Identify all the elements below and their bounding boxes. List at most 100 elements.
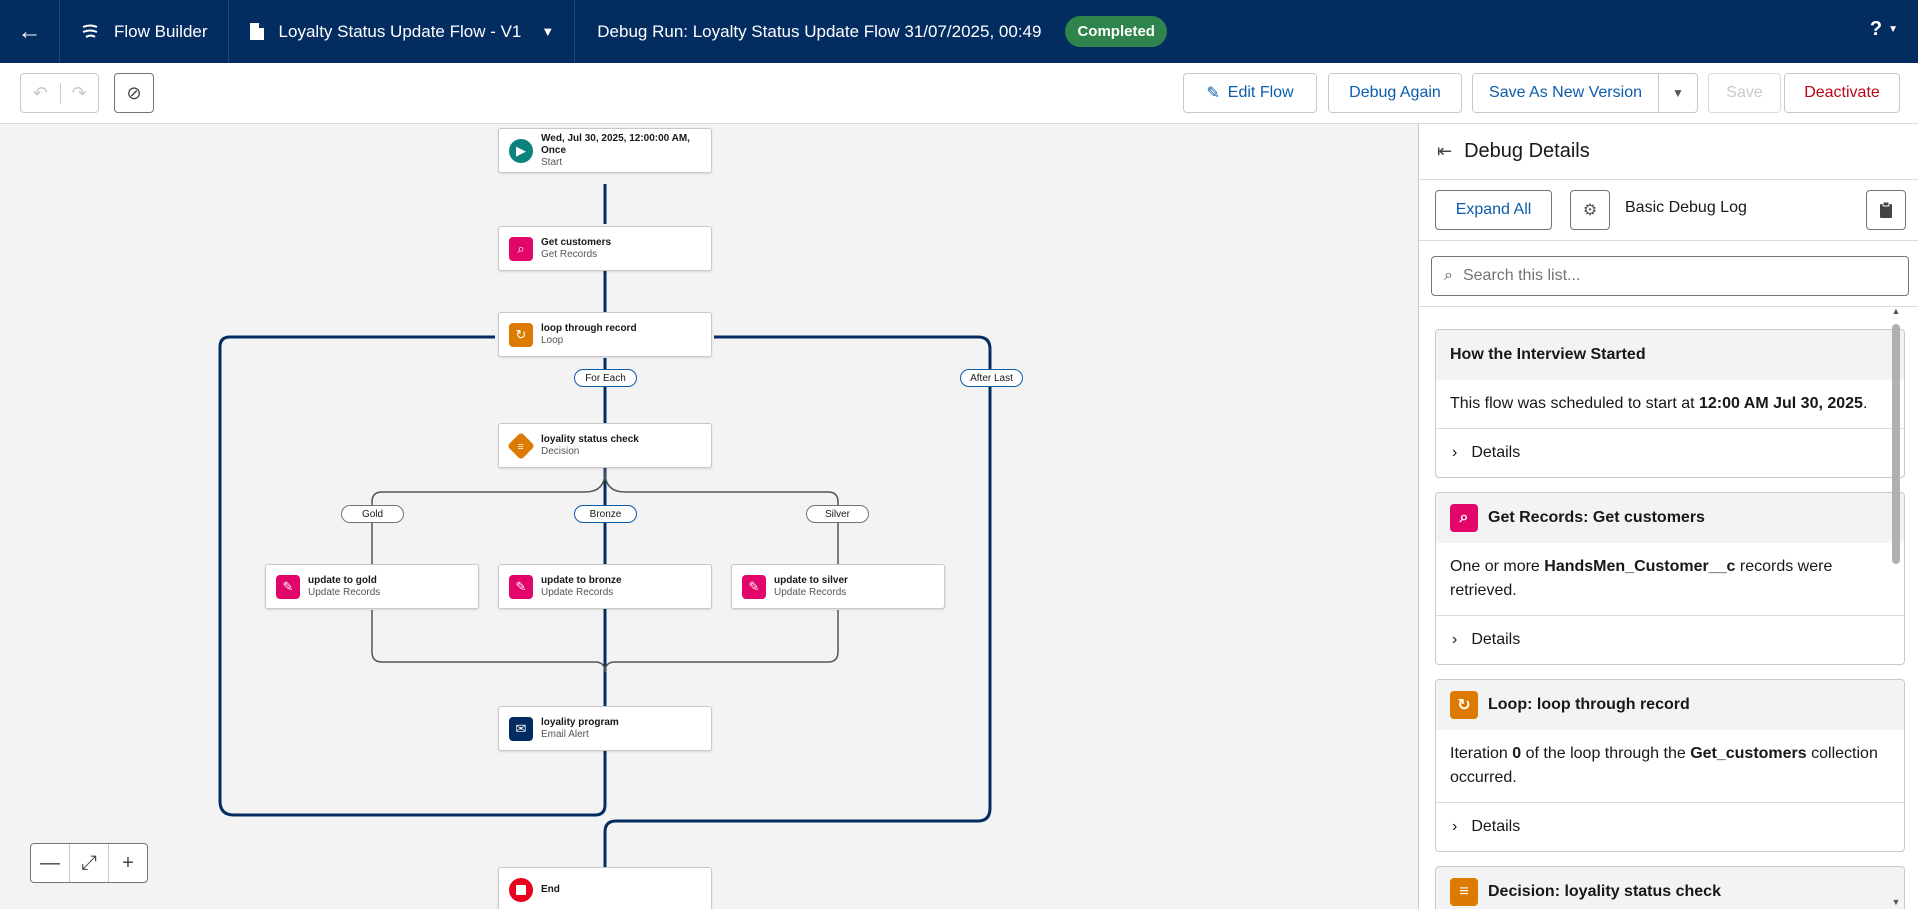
silver-outcome-label: Silver — [806, 505, 869, 523]
clipboard-icon — [1880, 201, 1892, 218]
get-customers-type: Get Records — [541, 248, 598, 260]
update-bronze-type: Update Records — [541, 586, 614, 598]
log-text-bold: 0 — [1512, 745, 1522, 762]
panel-title: Debug Details — [1464, 140, 1590, 162]
deactivate-button[interactable]: Deactivate — [1784, 73, 1900, 113]
email-alert-node[interactable]: ✉ loyality program Email Alert — [498, 706, 712, 751]
arrow-left-icon: ← — [17, 17, 42, 45]
pencil-icon: ✎ — [1206, 85, 1220, 102]
log-card-body: Iteration 0 of the loop through the Get_… — [1436, 730, 1904, 803]
panel-scrollbar[interactable]: ▲ ▼ — [1890, 306, 1902, 909]
document-icon — [249, 23, 264, 40]
zoom-out-button[interactable]: — — [31, 844, 69, 882]
get-records-icon: ⌕ — [509, 236, 533, 261]
collapse-panel-icon[interactable]: ⇤ — [1437, 141, 1452, 162]
chevron-right-icon: › — [1452, 444, 1458, 461]
stop-icon — [509, 877, 533, 902]
scroll-down-icon[interactable]: ▼ — [1890, 897, 1902, 909]
log-level-label: Basic Debug Log — [1625, 199, 1747, 216]
debug-title: Debug Run: Loyalty Status Update Flow 31… — [597, 21, 1042, 41]
expand-all-button[interactable]: Expand All — [1435, 190, 1552, 230]
log-card-title: Decision: loyality status check — [1488, 883, 1721, 900]
log-card-header: ≡ Decision: loyality status check — [1436, 867, 1904, 909]
undo-redo-group: ↶ ↷ — [20, 73, 99, 113]
zoom-controls: — ⤢ + — [30, 843, 148, 883]
scroll-up-icon[interactable]: ▲ — [1890, 306, 1902, 318]
log-text: . — [1862, 395, 1868, 412]
edit-flow-label: Edit Flow — [1227, 84, 1294, 101]
log-text: One or more — [1450, 558, 1545, 575]
email-alert-type: Email Alert — [541, 728, 589, 740]
get-customers-title: Get customers — [541, 236, 612, 248]
log-card-header: ↻ Loop: loop through record — [1436, 680, 1904, 730]
chevron-down-icon: ▼ — [541, 24, 555, 39]
update-records-icon: ✎ — [276, 574, 300, 599]
save-as-new-version-button[interactable]: Save As New Version — [1472, 73, 1659, 113]
get-customers-node[interactable]: ⌕ Get customers Get Records — [498, 226, 712, 271]
details-label: Details — [1471, 631, 1521, 648]
for-each-label: For Each — [574, 369, 637, 387]
help-button[interactable]: ? ▼ — [1870, 18, 1898, 41]
update-bronze-title: update to bronze — [541, 574, 622, 586]
end-title: End — [541, 883, 560, 895]
status-badge: Completed — [1065, 16, 1167, 47]
log-text-bold: Get_customers — [1690, 745, 1807, 762]
log-text-bold: 12:00 AM Jul 30, 2025 — [1699, 395, 1863, 412]
end-node[interactable]: End — [498, 867, 712, 909]
log-card-title: Get Records: Get customers — [1488, 509, 1705, 526]
chevron-right-icon: › — [1452, 818, 1458, 835]
loop-type: Loop — [541, 334, 564, 346]
divider — [1419, 240, 1918, 241]
loop-icon: ↻ — [1450, 691, 1478, 719]
undo-icon[interactable]: ↶ — [21, 83, 60, 104]
chevron-down-icon: ▼ — [1672, 86, 1684, 100]
flow-selector[interactable]: Loyalty Status Update Flow - V1 ▼ — [229, 0, 576, 63]
zoom-fit-button[interactable]: ⤢ — [69, 844, 108, 882]
search-icon: ⌕ — [1444, 267, 1453, 284]
zoom-in-button[interactable]: + — [108, 844, 147, 882]
update-gold-node[interactable]: ✎ update to gold Update Records — [265, 564, 479, 609]
ban-icon: ⊘ — [126, 82, 142, 103]
search-input[interactable]: ⌕ Search this list... — [1431, 256, 1909, 296]
decision-node[interactable]: ≡ loyality status check Decision — [498, 423, 712, 468]
loop-node[interactable]: ↻ loop through record Loop — [498, 312, 712, 357]
log-card-body: This flow was scheduled to start at 12:0… — [1436, 380, 1904, 429]
flow-builder-icon — [82, 24, 98, 38]
details-toggle[interactable]: › Details — [1436, 429, 1904, 477]
stop-debug-button[interactable]: ⊘ — [114, 73, 154, 113]
decision-title: loyality status check — [541, 433, 639, 445]
log-card: How the Interview Started This flow was … — [1435, 329, 1905, 478]
bronze-outcome-label: Bronze — [574, 505, 637, 523]
update-silver-type: Update Records — [774, 586, 847, 598]
envelope-icon: ✉ — [509, 716, 533, 741]
update-bronze-node[interactable]: ✎ update to bronze Update Records — [498, 564, 712, 609]
save-button[interactable]: Save — [1708, 73, 1781, 113]
save-options-button[interactable]: ▼ — [1658, 73, 1698, 113]
flow-canvas[interactable]: ▶ Wed, Jul 30, 2025, 12:00:00 AM, Once S… — [0, 124, 1418, 909]
copy-log-button[interactable] — [1866, 190, 1906, 230]
start-node-type: Start — [541, 156, 563, 168]
log-text: This flow was scheduled to start at — [1450, 395, 1699, 412]
details-toggle[interactable]: › Details — [1436, 616, 1904, 664]
start-node[interactable]: ▶ Wed, Jul 30, 2025, 12:00:00 AM, Once S… — [498, 128, 712, 173]
update-silver-node[interactable]: ✎ update to silver Update Records — [731, 564, 945, 609]
redo-icon[interactable]: ↷ — [59, 82, 99, 104]
log-card: ↻ Loop: loop through record Iteration 0 … — [1435, 679, 1905, 852]
app-name: Flow Builder — [114, 21, 208, 41]
debug-log-list: How the Interview Started This flow was … — [1435, 329, 1905, 909]
debug-settings-button[interactable]: ⚙ — [1570, 190, 1610, 230]
details-label: Details — [1471, 444, 1521, 461]
get-records-icon: ⌕ — [1450, 504, 1478, 532]
details-toggle[interactable]: › Details — [1436, 803, 1904, 851]
chevron-down-icon: ▼ — [1888, 24, 1898, 35]
panel-header: ⇤ Debug Details — [1419, 124, 1918, 180]
details-label: Details — [1471, 818, 1521, 835]
loop-title: loop through record — [541, 322, 637, 334]
debug-again-button[interactable]: Debug Again — [1328, 73, 1462, 113]
edit-flow-button[interactable]: ✎ Edit Flow — [1183, 73, 1317, 113]
back-button[interactable]: ← — [0, 0, 60, 63]
log-text-bold: HandsMen_Customer__c — [1544, 558, 1736, 575]
scrollbar-thumb[interactable] — [1892, 324, 1900, 564]
toolbar: ↶ ↷ ⊘ ✎ Edit Flow Debug Again Save As Ne… — [0, 63, 1918, 124]
log-card-header: ⌕ Get Records: Get customers — [1436, 493, 1904, 543]
